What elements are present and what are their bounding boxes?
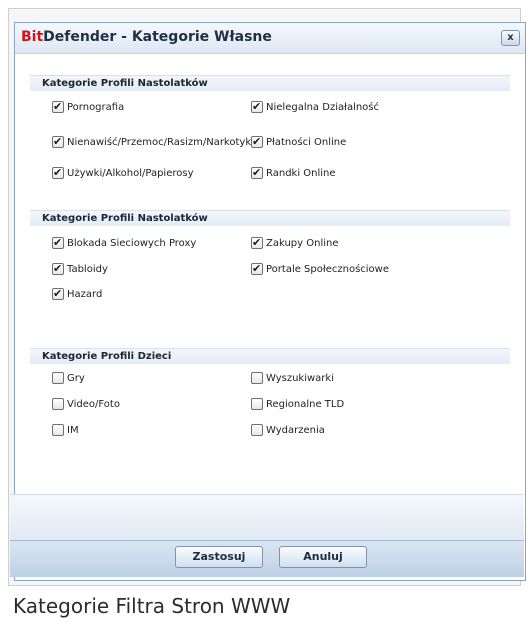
- checkbox-box[interactable]: ✔: [52, 236, 64, 249]
- section-header-teen-2: Kategorie Profili Nastolatków: [30, 210, 510, 226]
- apply-button[interactable]: Zastosuj: [175, 546, 263, 568]
- checkmark-icon: ✔: [252, 262, 262, 275]
- window-title: BitDefender - Kategorie Własne: [21, 29, 272, 45]
- checkbox-box[interactable]: ✔: [251, 100, 263, 113]
- checkbox-label: Regionalne TLD: [266, 399, 345, 410]
- checkbox-label: Hazard: [67, 289, 103, 300]
- checkmark-icon: ✔: [252, 236, 262, 249]
- checkbox-label: Randki Online: [266, 168, 336, 179]
- title-rest: Defender - Kategorie Własne: [43, 29, 272, 45]
- checkmark-icon: ✔: [53, 135, 63, 148]
- checkbox-label: Wydarzenia: [266, 425, 325, 436]
- close-button[interactable]: x: [501, 30, 520, 46]
- title-bar: BitDefender - Kategorie Własne x: [15, 23, 525, 54]
- checkmark-icon: ✔: [252, 135, 262, 148]
- section-header-teen-1: Kategorie Profili Nastolatków: [30, 75, 510, 91]
- checkmark-icon: ✔: [53, 262, 63, 275]
- checkbox-label: Gry: [67, 373, 85, 384]
- checkbox-label: Blokada Sieciowych Proxy: [67, 238, 197, 249]
- checkbox-box[interactable]: ✔: [52, 135, 64, 148]
- checkbox-box[interactable]: [251, 424, 263, 436]
- figure-caption: Kategorie Filtra Stron WWW: [13, 594, 291, 618]
- checkbox-label: IM: [67, 425, 79, 436]
- checkbox-label: Video/Foto: [67, 399, 120, 410]
- brand-name: Bit: [21, 29, 44, 45]
- checkmark-icon: ✔: [252, 166, 262, 179]
- checkmark-icon: ✔: [53, 236, 63, 249]
- status-strip: [10, 494, 524, 541]
- checkmark-icon: ✔: [53, 100, 63, 113]
- checkbox-box[interactable]: ✔: [251, 166, 263, 179]
- checkbox-label: Nielegalna Działalność: [266, 102, 380, 113]
- checkbox-box[interactable]: ✔: [52, 100, 64, 113]
- checkbox-label: Portale Społecznościowe: [266, 264, 390, 275]
- checkbox-box[interactable]: [251, 398, 263, 410]
- checkbox-box[interactable]: ✔: [52, 262, 64, 275]
- checkbox-label: Wyszukiwarki: [266, 373, 334, 384]
- section-header-children: Kategorie Profili Dzieci: [30, 348, 510, 364]
- button-bar: Zastosuj Anuluj: [10, 540, 524, 577]
- checkbox-label: Nienawiść/Przemoc/Rasizm/Narkotyki: [67, 137, 254, 148]
- checkmark-icon: ✔: [252, 100, 262, 113]
- checkbox-box[interactable]: ✔: [52, 166, 64, 179]
- checkbox-label: Pornografia: [67, 102, 125, 113]
- checkbox-box[interactable]: [52, 372, 64, 384]
- checkbox-box[interactable]: [251, 372, 263, 384]
- checkbox-box[interactable]: [52, 398, 64, 410]
- checkbox-box[interactable]: ✔: [52, 287, 64, 300]
- checkbox-box[interactable]: ✔: [251, 135, 263, 148]
- checkbox-label: Tabloidy: [67, 264, 108, 275]
- cancel-button[interactable]: Anuluj: [279, 546, 367, 568]
- checkbox-box[interactable]: ✔: [251, 262, 263, 275]
- checkbox-label: Zakupy Online: [266, 238, 339, 249]
- checkbox-box[interactable]: [52, 424, 64, 436]
- checkbox-label: Używki/Alkohol/Papierosy: [67, 168, 194, 179]
- checkbox-label: Płatności Online: [266, 137, 347, 148]
- checkmark-icon: ✔: [53, 166, 63, 179]
- checkbox-box[interactable]: ✔: [251, 236, 263, 249]
- checkmark-icon: ✔: [53, 287, 63, 300]
